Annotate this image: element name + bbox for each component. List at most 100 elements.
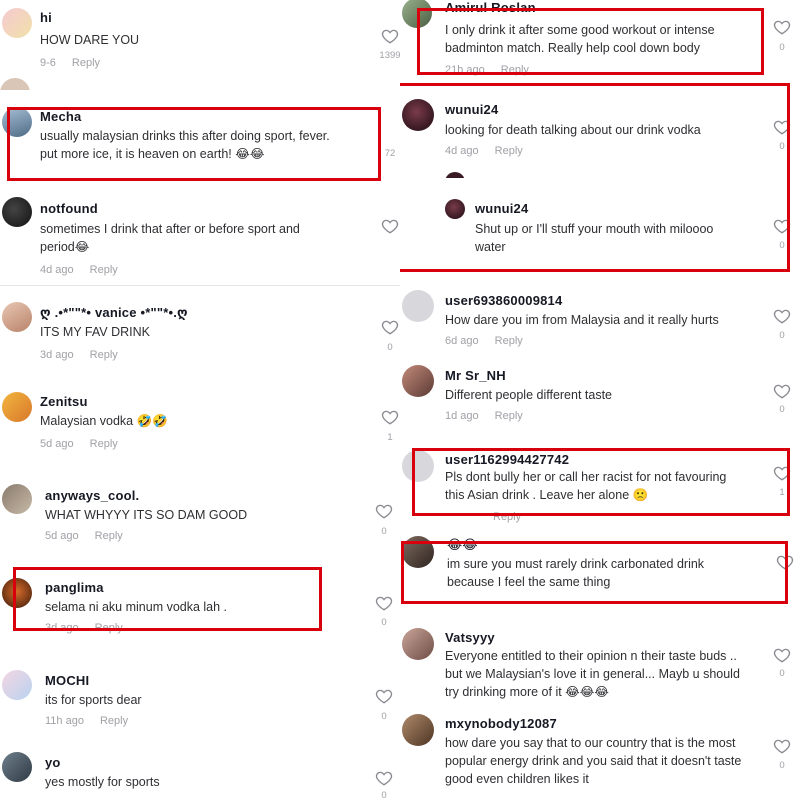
reply-button[interactable]: Reply (90, 438, 118, 450)
comment-item: mxynobody12087 how dare you say that to … (400, 708, 800, 800)
comment-item: Zenitsu Malaysian vodka 🤣🤣 5d ago Reply 1 (0, 386, 400, 466)
comment-text: How dare you im from Malaysia and it rea… (445, 313, 719, 327)
user-avatar[interactable] (2, 484, 32, 514)
comment-username[interactable]: Zenitsu (40, 394, 88, 409)
highlight-box (7, 107, 381, 181)
heart-outline-icon[interactable] (773, 382, 791, 400)
reply-button[interactable]: Reply (495, 410, 523, 422)
reply-button[interactable]: Reply (100, 715, 128, 727)
user-avatar[interactable] (2, 197, 32, 227)
heart-outline-icon[interactable] (773, 646, 791, 664)
user-avatar[interactable] (2, 752, 32, 782)
comment-item: user693860009814 How dare you im from Ma… (400, 286, 800, 366)
heart-outline-icon[interactable] (773, 737, 791, 755)
comment-date: 5d ago (40, 438, 74, 450)
user-avatar[interactable] (0, 78, 30, 90)
comment-date: 3d ago (40, 349, 74, 361)
heart-outline-icon[interactable] (381, 27, 399, 45)
comment-username[interactable]: Mr Sr_NH (445, 368, 506, 383)
like-count: 1399 (379, 50, 400, 61)
left-comments-panel: hi HOW DARE YOU 9-6 Reply 1399 Mecha usua… (0, 0, 400, 800)
comment-text: how dare you say that to our country tha… (445, 736, 742, 786)
comment-meta: 1d ago Reply (445, 410, 523, 422)
comment-item: hi HOW DARE YOU 9-6 Reply 1399 (0, 0, 400, 80)
right-comments-panel: Amirul Roslan I only drink it after some… (400, 0, 800, 800)
comment-username[interactable]: hi (40, 10, 52, 25)
comment-date: 9-6 (40, 57, 56, 69)
comment-item: anyways_cool. WHAT WHYYY ITS SO DAM GOOD… (0, 480, 400, 560)
like-count: 0 (381, 617, 387, 628)
user-avatar[interactable] (402, 714, 434, 746)
heart-outline-icon[interactable] (381, 408, 399, 426)
section-divider (0, 285, 400, 286)
like-count: 0 (387, 342, 393, 353)
comment-date: 4d ago (40, 264, 74, 276)
comment-meta: 6d ago Reply (445, 335, 523, 347)
heart-outline-icon[interactable] (375, 769, 393, 787)
comment-meta: 9-6 Reply (40, 57, 100, 69)
user-avatar[interactable] (402, 628, 434, 660)
user-avatar[interactable] (2, 670, 32, 700)
comment-username[interactable]: ღ .•*""*• vanice •*""*•.ღ (40, 305, 188, 321)
like-count: 0 (381, 526, 387, 537)
comment-text: Everyone entitled to their opinion n the… (445, 649, 740, 699)
like-count: 0 (381, 790, 387, 800)
highlight-box (412, 448, 790, 516)
clipped-username (0, 78, 400, 90)
heart-outline-icon[interactable] (375, 502, 393, 520)
comment-item: yo yes mostly for sports 0 (0, 746, 400, 800)
comment-item: MOCHI its for sports dear 11h ago Reply 0 (0, 664, 400, 744)
comment-date: 6d ago (445, 335, 479, 347)
comment-text: Malaysian vodka 🤣🤣 (40, 414, 168, 428)
heart-outline-icon[interactable] (375, 687, 393, 705)
reply-button[interactable]: Reply (90, 349, 118, 361)
user-avatar[interactable] (402, 365, 434, 397)
heart-outline-icon[interactable] (381, 217, 399, 235)
user-avatar[interactable] (2, 302, 32, 332)
comment-text: sometimes I drink that after or before s… (40, 222, 300, 254)
user-avatar[interactable] (2, 8, 32, 38)
comment-username[interactable]: MOCHI (45, 673, 89, 688)
comment-text: Different people different taste (445, 388, 613, 402)
comment-item: ღ .•*""*• vanice •*""*•.ღ ITS MY FAV DRI… (0, 296, 400, 376)
comment-meta: 4d ago Reply (40, 264, 118, 276)
reply-button[interactable]: Reply (90, 264, 118, 276)
comment-text: yes mostly for sports (45, 775, 160, 789)
like-count: 0 (779, 42, 785, 53)
comment-date: 1d ago (445, 410, 479, 422)
comment-username[interactable]: yo (45, 755, 61, 770)
like-count: 0 (381, 711, 387, 722)
heart-outline-icon[interactable] (773, 307, 791, 325)
like-count: 0 (779, 404, 785, 415)
comment-text: its for sports dear (45, 693, 142, 707)
reply-button[interactable]: Reply (495, 335, 523, 347)
like-count: 0 (779, 330, 785, 341)
comment-meta: 5d ago Reply (40, 438, 118, 450)
highlight-box (13, 567, 322, 631)
heart-outline-icon[interactable] (773, 18, 791, 36)
comment-meta: 11h ago Reply (45, 715, 128, 727)
comment-date: 11h ago (45, 715, 84, 727)
highlight-box (400, 83, 790, 272)
heart-outline-icon[interactable] (381, 318, 399, 336)
heart-outline-icon[interactable] (375, 594, 393, 612)
reply-button[interactable]: Reply (72, 57, 100, 69)
comment-meta: 5d ago Reply (45, 530, 123, 542)
user-avatar[interactable] (402, 290, 434, 322)
comment-username[interactable]: mxynobody12087 (445, 716, 557, 731)
highlight-box (417, 8, 764, 75)
comment-date: 5d ago (45, 530, 79, 542)
comment-text: WHAT WHYYY ITS SO DAM GOOD (45, 508, 248, 522)
user-avatar[interactable] (2, 392, 32, 422)
comment-text: HOW DARE YOU (40, 33, 140, 47)
comment-item: Vatsyyy Everyone entitled to their opini… (400, 622, 800, 716)
comment-meta: 3d ago Reply (40, 349, 118, 361)
comment-username[interactable]: anyways_cool. (45, 488, 139, 503)
like-count: 0 (779, 668, 785, 679)
comment-username[interactable]: user693860009814 (445, 293, 562, 308)
comment-username[interactable]: notfound (40, 201, 98, 216)
reply-button[interactable]: Reply (95, 530, 123, 542)
like-count: 0 (779, 760, 785, 771)
comment-item: Mr Sr_NH Different people different tast… (400, 360, 800, 440)
comment-username[interactable]: Vatsyyy (445, 630, 495, 645)
